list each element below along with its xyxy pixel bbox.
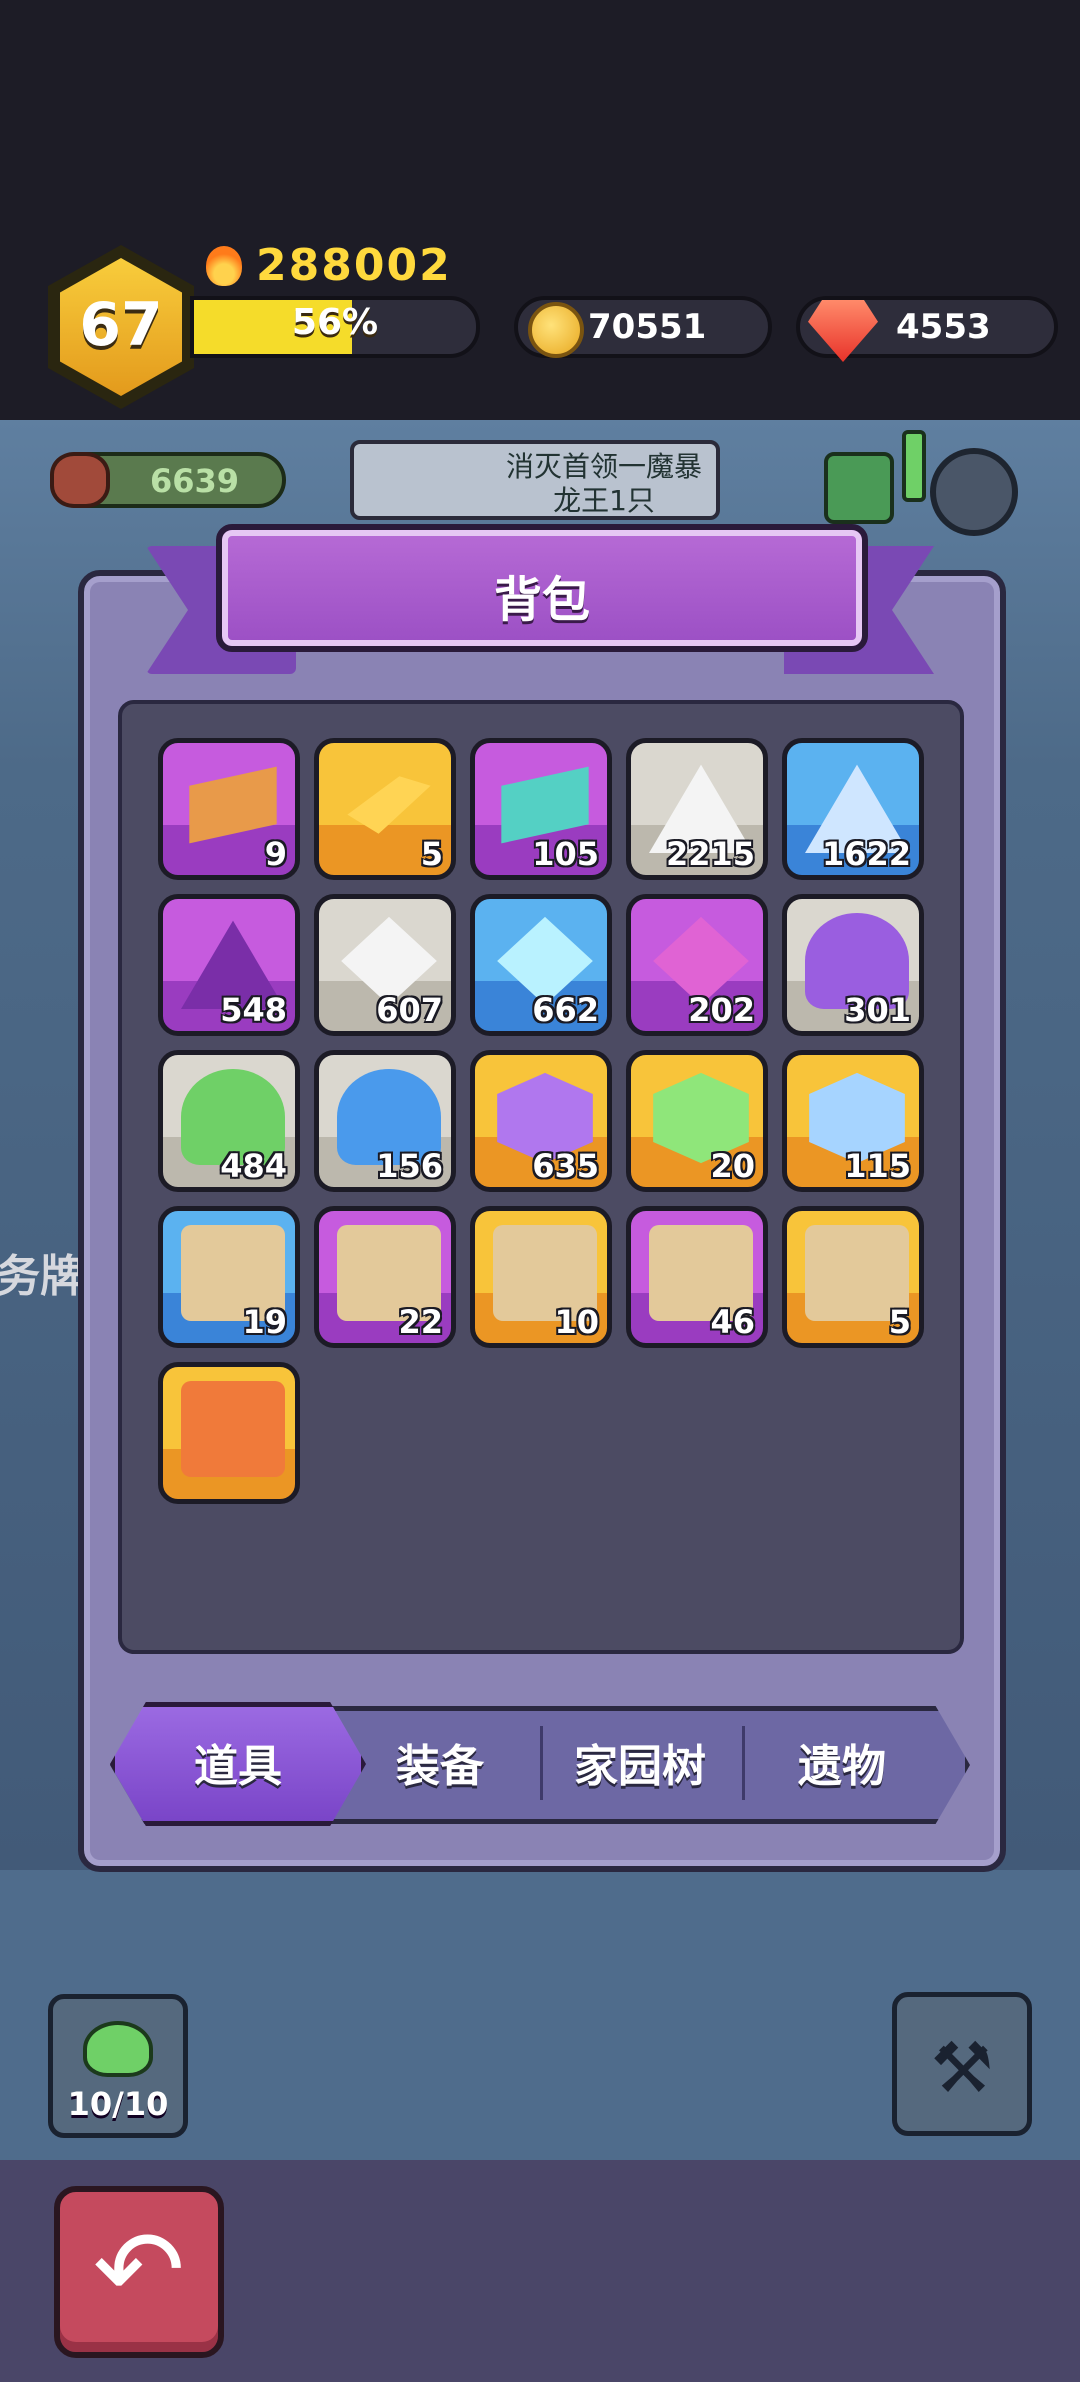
- back-button[interactable]: ↶: [54, 2186, 224, 2358]
- item-count: 635: [532, 1147, 599, 1185]
- item-slot[interactable]: 115: [782, 1050, 924, 1192]
- power-value: 288002: [256, 240, 452, 291]
- item-count: 662: [532, 991, 599, 1029]
- gem-value: 4553: [896, 307, 991, 347]
- item-slot[interactable]: 156: [314, 1050, 456, 1192]
- item-count: 1622: [821, 835, 911, 873]
- item-count: 156: [376, 1147, 443, 1185]
- coin-counter[interactable]: 70551: [514, 296, 772, 358]
- slime-button[interactable]: 10/10: [48, 1994, 188, 2138]
- item-slot[interactable]: 46: [626, 1206, 768, 1348]
- coin-value: 70551: [588, 307, 707, 347]
- item-count: 115: [844, 1147, 911, 1185]
- item-slot[interactable]: 5: [314, 738, 456, 880]
- item-count: 46: [710, 1303, 755, 1341]
- item-count: 10: [554, 1303, 599, 1341]
- item-count: 9: [264, 835, 287, 873]
- item-count: 202: [688, 991, 755, 1029]
- coin-icon: [528, 302, 584, 358]
- item-slot[interactable]: 1622: [782, 738, 924, 880]
- item-slot[interactable]: 202: [626, 894, 768, 1036]
- item-slot[interactable]: 22: [314, 1206, 456, 1348]
- xp-bar: 56%: [190, 296, 480, 358]
- slime-icon: [83, 2021, 153, 2077]
- hammer-icon: ⚒: [930, 2027, 994, 2109]
- item-count: 484: [220, 1147, 287, 1185]
- item-count: 301: [844, 991, 911, 1029]
- item-count: 105: [532, 835, 599, 873]
- item-count: 607: [376, 991, 443, 1029]
- item-slot[interactable]: [158, 1362, 300, 1504]
- tab-equipment[interactable]: 装备: [340, 1730, 540, 1800]
- item-slot[interactable]: 2215: [626, 738, 768, 880]
- no-ads-card-icon: [181, 1381, 285, 1477]
- item-slot[interactable]: 19: [158, 1206, 300, 1348]
- item-count: 2215: [665, 835, 755, 873]
- item-count: 548: [220, 991, 287, 1029]
- item-slot[interactable]: 548: [158, 894, 300, 1036]
- item-count: 5: [888, 1303, 911, 1341]
- menu-icon[interactable]: [824, 452, 894, 524]
- item-slot[interactable]: 301: [782, 894, 924, 1036]
- item-slot[interactable]: 607: [314, 894, 456, 1036]
- item-slot[interactable]: 5: [782, 1206, 924, 1348]
- hammer-button[interactable]: ⚒: [892, 1992, 1032, 2136]
- item-slot[interactable]: 635: [470, 1050, 612, 1192]
- tab-relics[interactable]: 遗物: [742, 1730, 942, 1800]
- item-count: 22: [398, 1303, 443, 1341]
- slime-count: 10/10: [67, 2085, 169, 2123]
- item-count: 20: [710, 1147, 755, 1185]
- quest-side-label: 务牌: [0, 1251, 84, 1302]
- item-count: 19: [242, 1303, 287, 1341]
- quest-text: 消灭首领一魔暴龙王1只: [505, 450, 702, 517]
- alert-icon: [902, 430, 926, 502]
- item-slot[interactable]: 662: [470, 894, 612, 1036]
- flame-icon: [206, 246, 242, 286]
- back-arrow-icon: ↶: [92, 2206, 186, 2334]
- panel-title: 背包: [493, 572, 590, 628]
- gear-icon[interactable]: [930, 448, 1018, 536]
- meat-value: 6639: [150, 462, 240, 500]
- xp-percent: 56%: [291, 302, 379, 343]
- gem-counter[interactable]: 4553: [796, 296, 1058, 362]
- item-slot[interactable]: 484: [158, 1050, 300, 1192]
- gem-icon: [808, 300, 878, 362]
- item-slot[interactable]: 9: [158, 738, 300, 880]
- level-number: 67: [79, 290, 163, 360]
- meat-icon: [50, 452, 110, 508]
- item-slot[interactable]: 10: [470, 1206, 612, 1348]
- tab-home-tree[interactable]: 家园树: [540, 1730, 740, 1800]
- item-slot[interactable]: 20: [626, 1050, 768, 1192]
- item-count: 5: [420, 835, 443, 873]
- tab-items[interactable]: 道具: [130, 1730, 346, 1800]
- quest-box[interactable]: 消灭首领一魔暴龙王1只: [350, 440, 720, 520]
- title-banner: 背包: [216, 524, 868, 652]
- item-slot[interactable]: 105: [470, 738, 612, 880]
